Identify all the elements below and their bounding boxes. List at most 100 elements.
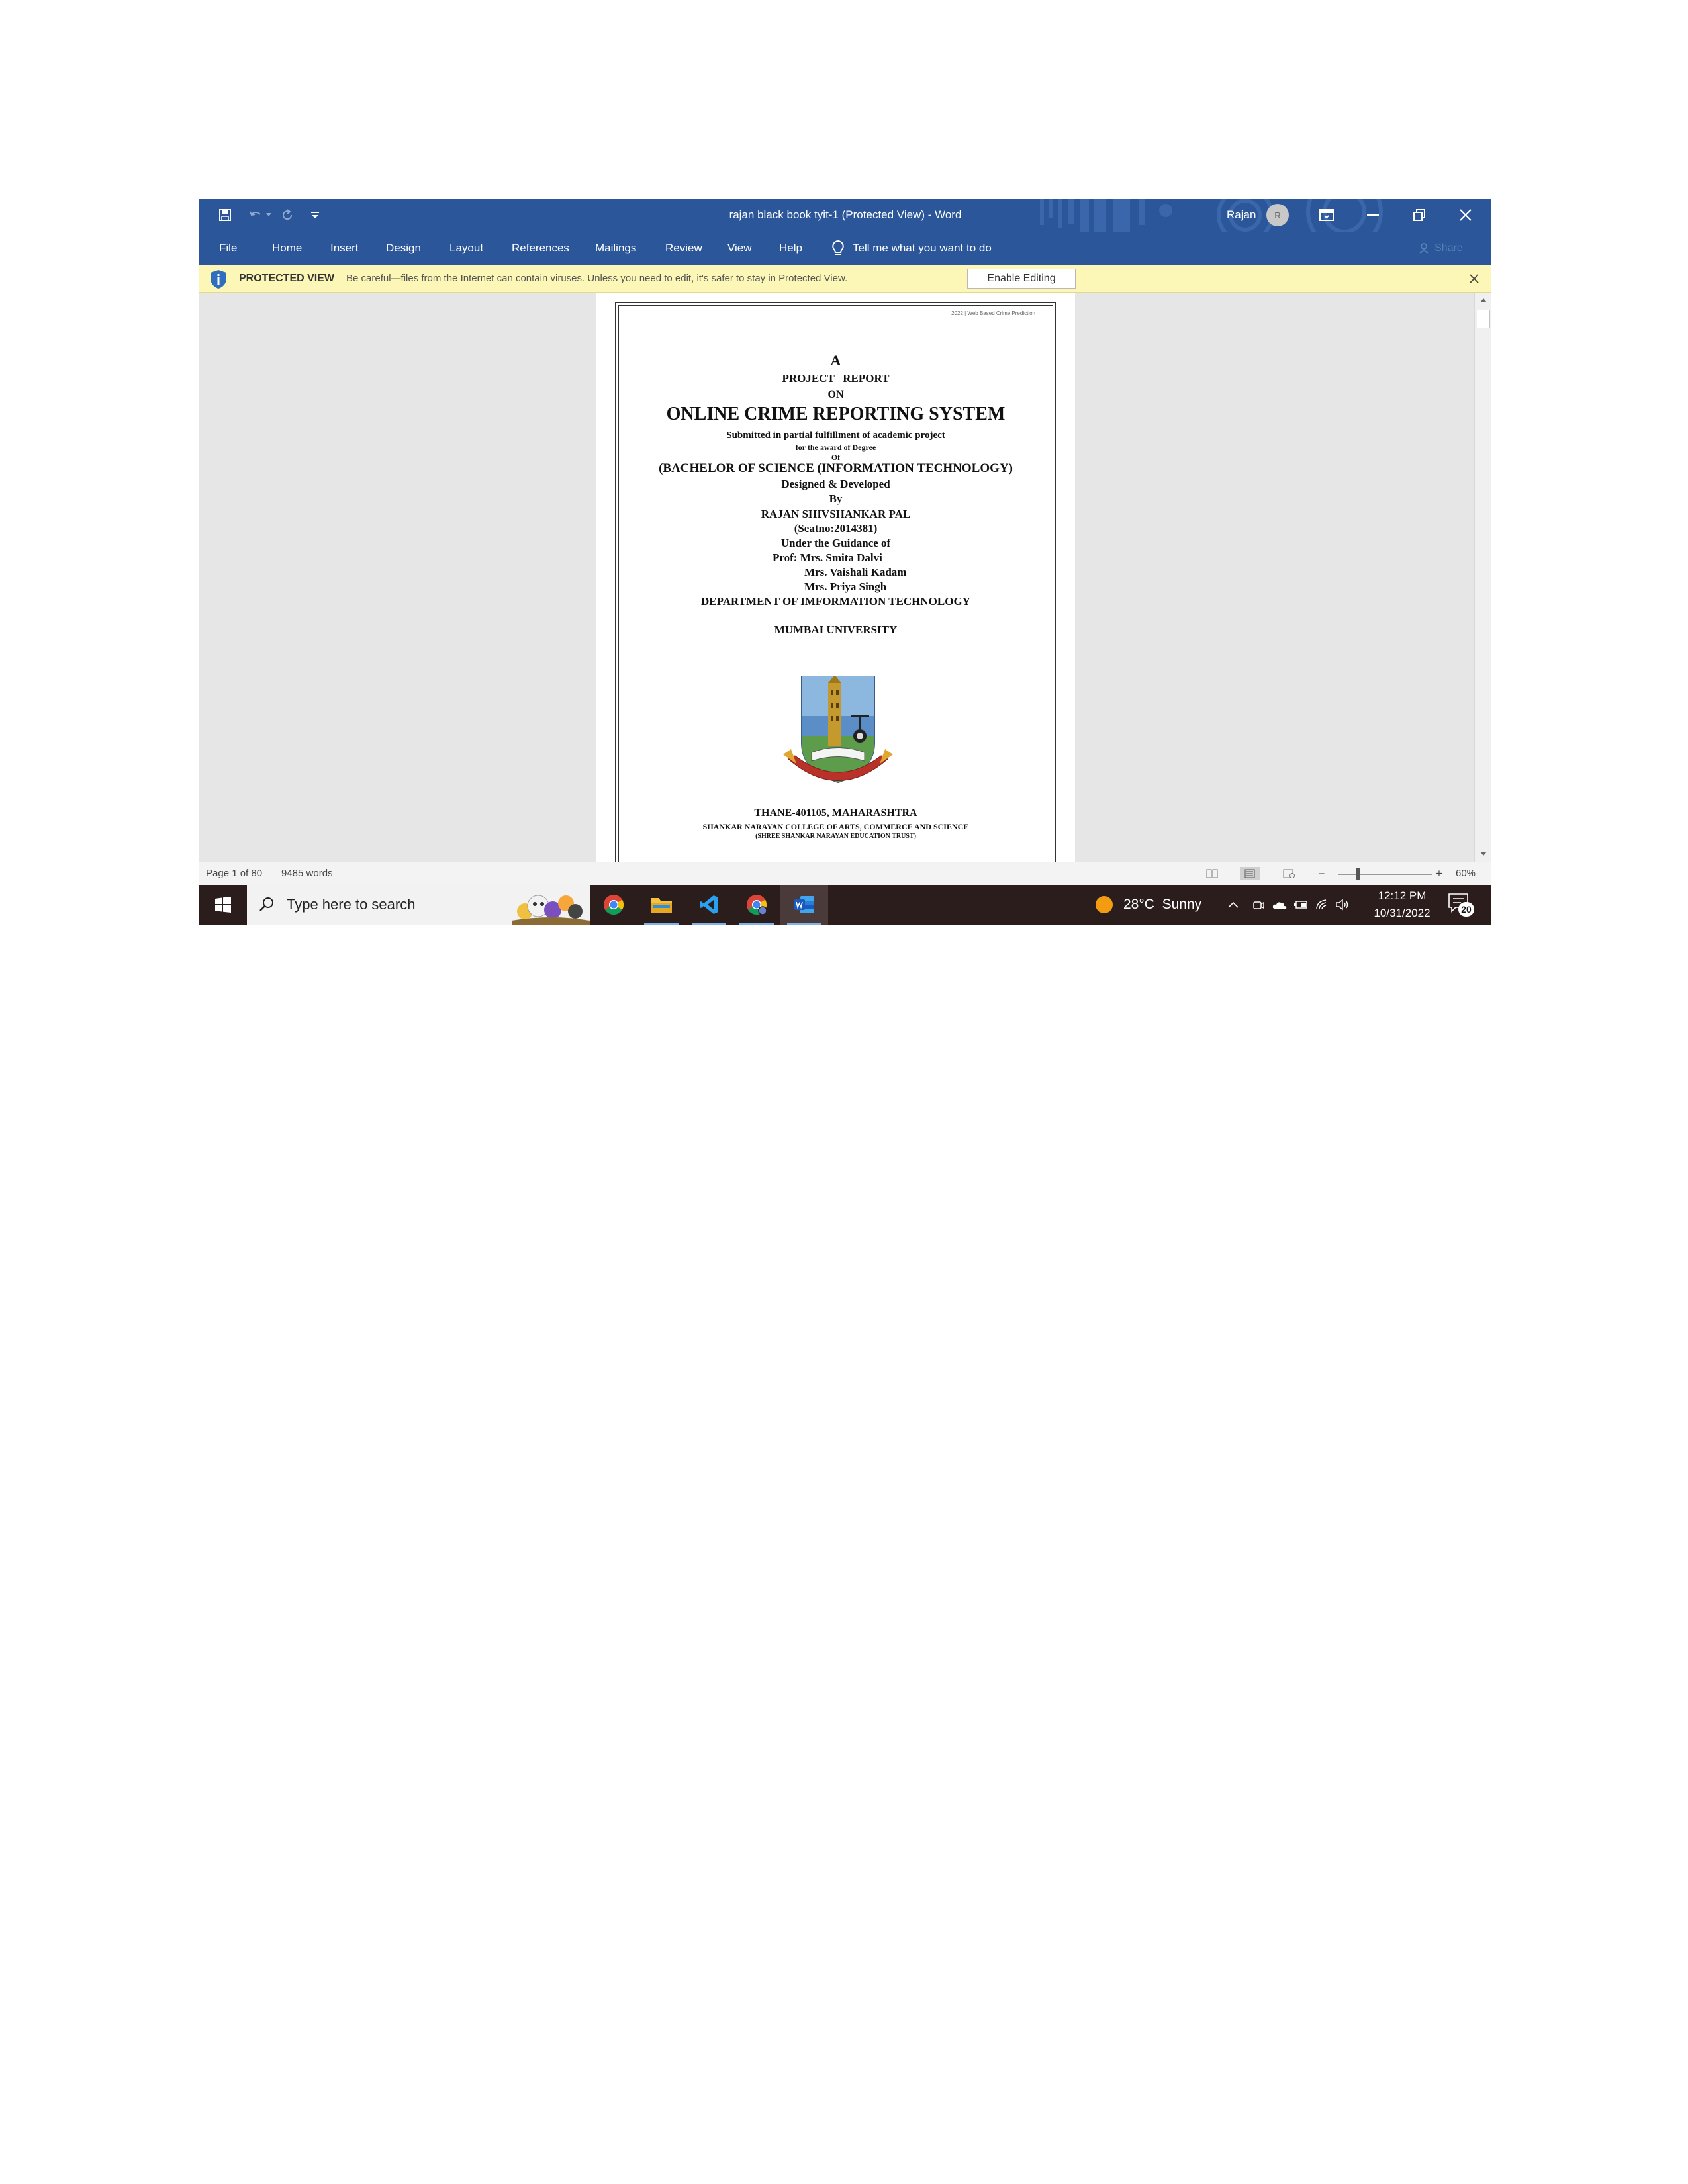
avatar[interactable]: R	[1266, 204, 1289, 226]
share-button[interactable]: Share	[1419, 232, 1463, 265]
system-clock[interactable]: 12:12 PM 10/31/2022	[1366, 887, 1438, 922]
doc-line-degree: (BACHELOR OF SCIENCE (INFORMATION TECHNO…	[659, 461, 1013, 475]
close-icon[interactable]	[1442, 199, 1489, 232]
battery-icon[interactable]	[1293, 897, 1309, 913]
file-explorer-taskbar-icon[interactable]	[637, 885, 685, 925]
chrome-profile-open-indicator	[739, 923, 774, 925]
share-icon	[1419, 243, 1429, 254]
doc-line-location: THANE-401105, MAHARASHTRA	[754, 807, 917, 819]
university-emblem	[783, 676, 893, 784]
tab-insert[interactable]: Insert	[330, 232, 359, 265]
enable-editing-button[interactable]: Enable Editing	[967, 269, 1076, 289]
tab-file[interactable]: File	[219, 232, 237, 265]
lightbulb-icon	[832, 240, 844, 255]
title-bar: rajan black book tyit-1 (Protected View)…	[199, 199, 1491, 232]
chrome-taskbar-icon[interactable]	[590, 885, 637, 925]
tab-home[interactable]: Home	[272, 232, 302, 265]
tab-help[interactable]: Help	[779, 232, 802, 265]
doc-line-by: By	[829, 492, 843, 505]
share-label: Share	[1434, 242, 1463, 253]
doc-line-department: DEPARTMENT OF IMFORMATION TECHNOLOGY	[701, 595, 970, 608]
search-highlight-illustration	[512, 895, 590, 925]
tab-layout[interactable]: Layout	[449, 232, 483, 265]
minimize-icon[interactable]	[1350, 199, 1396, 232]
wifi-icon[interactable]	[1314, 897, 1330, 913]
start-button[interactable]	[199, 885, 247, 925]
notification-count: 20	[1458, 902, 1474, 917]
windows-logo-icon	[215, 897, 231, 913]
doc-line-prof2: Mrs. Vaishali Kadam	[804, 566, 907, 578]
doc-line-guidance: Under the Guidance of	[780, 537, 891, 549]
windows-taskbar: Type here to search 28°C Sunny 12:12 PM …	[199, 885, 1491, 925]
clock-date: 10/31/2022	[1374, 907, 1430, 919]
weather-text: 28°C Sunny	[1123, 897, 1202, 912]
restore-icon[interactable]	[1396, 199, 1442, 232]
read-mode-icon[interactable]	[1204, 867, 1220, 880]
taskbar-search-box[interactable]: Type here to search	[247, 885, 590, 925]
vscode-open-indicator	[692, 923, 726, 925]
document-page[interactable]: 2022 | Web Based Crime Prediction A PROJ…	[596, 293, 1075, 862]
file-explorer-open-indicator	[644, 923, 679, 925]
doc-line-trust: (SHREE SHANKAR NARAYAN EDUCATION TRUST)	[755, 833, 916, 840]
doc-line-on: ON	[827, 389, 844, 400]
user-name[interactable]: Rajan	[1227, 199, 1256, 232]
scroll-down-icon[interactable]	[1475, 846, 1491, 862]
doc-title: ONLINE CRIME REPORTING SYSTEM	[666, 404, 1006, 424]
protected-view-message: Be careful—files from the Internet can c…	[346, 273, 848, 284]
doc-line-college: SHANKAR NARAYAN COLLEGE OF ARTS, COMMERC…	[702, 822, 969, 831]
page-header-note: 2022 | Web Based Crime Prediction	[951, 310, 1035, 316]
ribbon-display-options-icon[interactable]	[1303, 199, 1350, 232]
search-icon	[259, 897, 273, 911]
doc-line-prof1: Prof: Mrs. Smita Dalvi	[773, 551, 882, 564]
word-open-indicator	[787, 923, 821, 925]
chrome-profile-taskbar-icon[interactable]	[733, 885, 780, 925]
zoom-slider-thumb[interactable]	[1356, 868, 1360, 880]
doc-line-university: MUMBAI UNIVERSITY	[774, 623, 898, 636]
ribbon-tabs: File Home Insert Design Layout Reference…	[199, 232, 1491, 265]
page-count[interactable]: Page 1 of 80	[206, 862, 262, 885]
word-taskbar-icon[interactable]	[780, 885, 828, 925]
tab-design[interactable]: Design	[386, 232, 421, 265]
notification-center[interactable]: 20	[1448, 893, 1474, 917]
tab-review[interactable]: Review	[665, 232, 702, 265]
status-bar: Page 1 of 80 9485 words − + 60%	[199, 862, 1491, 885]
zoom-slider-track[interactable]	[1338, 874, 1432, 875]
vertical-scrollbar[interactable]	[1474, 293, 1491, 862]
protected-view-bar: PROTECTED VIEW Be careful—files from the…	[199, 265, 1491, 293]
volume-icon[interactable]	[1335, 897, 1351, 913]
clock-time: 12:12 PM	[1378, 889, 1427, 902]
word-window-screenshot: rajan black book tyit-1 (Protected View)…	[199, 199, 1491, 925]
protected-view-label: PROTECTED VIEW	[239, 273, 335, 284]
web-layout-icon[interactable]	[1281, 867, 1297, 880]
sun-icon	[1096, 896, 1113, 913]
doc-line-author: RAJAN SHIVSHANKAR PAL	[761, 508, 911, 520]
shield-info-icon	[211, 270, 226, 289]
doc-line-a: A	[830, 352, 841, 369]
zoom-level[interactable]: 60%	[1456, 862, 1476, 885]
chevron-up-icon[interactable]	[1225, 897, 1241, 913]
tell-me-label: Tell me what you want to do	[853, 242, 992, 254]
doc-line-prof3: Mrs. Priya Singh	[804, 580, 887, 593]
document-area[interactable]: 2022 | Web Based Crime Prediction A PROJ…	[199, 293, 1474, 862]
weather-widget[interactable]: 28°C Sunny	[1094, 885, 1201, 925]
meet-now-icon[interactable]	[1250, 897, 1266, 913]
close-protected-view-icon[interactable]	[1465, 269, 1483, 288]
search-placeholder: Type here to search	[287, 896, 416, 913]
scroll-up-icon[interactable]	[1475, 293, 1491, 308]
onedrive-icon[interactable]	[1272, 897, 1288, 913]
doc-line-submitted: Submitted in partial fulfillment of acad…	[726, 430, 945, 441]
word-count[interactable]: 9485 words	[281, 862, 333, 885]
window-title: rajan black book tyit-1 (Protected View)…	[729, 208, 962, 221]
doc-line-designed: Designed & Developed	[781, 478, 890, 490]
doc-line-project-report: PROJECT REPORT	[782, 372, 890, 385]
vscode-taskbar-icon[interactable]	[685, 885, 733, 925]
scroll-thumb[interactable]	[1477, 310, 1490, 328]
zoom-out-button[interactable]: −	[1318, 862, 1325, 885]
tell-me-search[interactable]: Tell me what you want to do	[831, 232, 992, 265]
tab-mailings[interactable]: Mailings	[595, 232, 636, 265]
print-layout-icon[interactable]	[1240, 867, 1260, 880]
tab-references[interactable]: References	[512, 232, 569, 265]
zoom-in-button[interactable]: +	[1436, 862, 1442, 885]
tab-view[interactable]: View	[727, 232, 752, 265]
doc-line-seat: (Seatno:2014381)	[794, 522, 878, 535]
